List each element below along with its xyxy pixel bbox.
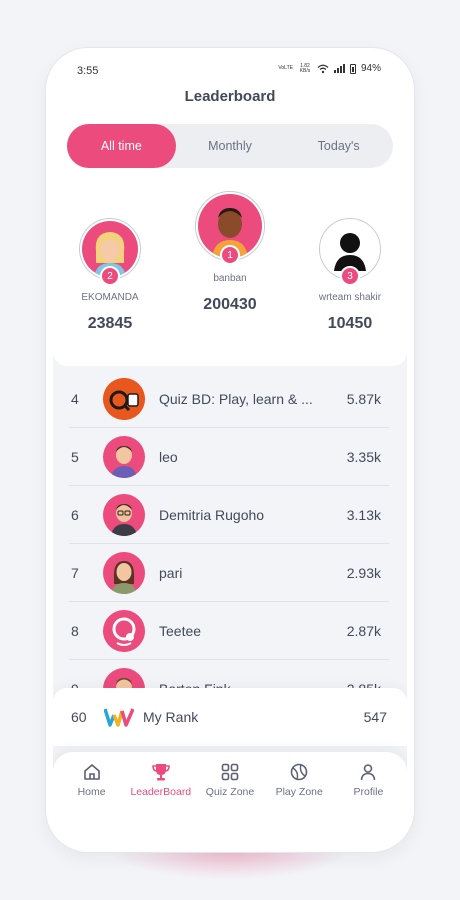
row-score: 5.87k xyxy=(346,390,381,407)
podium-name: banban xyxy=(213,273,247,284)
tab-monthly[interactable]: Monthly xyxy=(176,124,285,168)
nav-play-zone[interactable]: Play Zone xyxy=(265,762,334,844)
nav-quiz-zone[interactable]: Quiz Zone xyxy=(195,762,264,844)
quiz-bd-logo-icon xyxy=(103,377,145,420)
row-score: 3.13k xyxy=(346,506,381,523)
row-rank: 7 xyxy=(71,564,79,581)
row-name: Demitria Rugoho xyxy=(159,506,265,523)
row-name: Quiz BD: Play, learn & ... xyxy=(159,390,313,407)
tab-all-time[interactable]: All time xyxy=(67,124,176,168)
podium-second[interactable]: 2 EKOMANDA 23845 xyxy=(67,218,153,333)
row-name: leo xyxy=(159,448,178,465)
row-name: pari xyxy=(159,564,183,581)
network-speed: 1.82 KB/s xyxy=(299,62,311,74)
avatar xyxy=(103,551,145,594)
list-item[interactable]: 5 leo 3.35k xyxy=(69,428,389,486)
nav-profile[interactable]: Profile xyxy=(334,762,403,844)
podium-name: wrteam shakir xyxy=(318,292,382,303)
row-score: 2.93k xyxy=(346,564,381,581)
nav-label: LeaderBoard xyxy=(130,786,192,798)
battery-icon xyxy=(349,63,356,74)
nav-label: Quiz Zone xyxy=(205,786,255,798)
row-score: 2.87k xyxy=(346,622,381,639)
list-item[interactable]: 6 Demitria Rugoho 3.13k xyxy=(69,486,389,544)
nav-home[interactable]: Home xyxy=(57,762,126,844)
signal-icon xyxy=(333,64,345,73)
network-type: VoLTE xyxy=(278,65,293,71)
woman-avatar-icon xyxy=(111,560,137,594)
nav-leaderboard[interactable]: LeaderBoard xyxy=(126,762,195,844)
nav-label: Play Zone xyxy=(275,786,323,798)
row-score: 3.35k xyxy=(346,448,381,465)
my-rank-score: 547 xyxy=(363,709,387,725)
nav-label: Profile xyxy=(353,786,384,798)
podium-score: 23845 xyxy=(87,315,133,332)
glasses-man-avatar-icon xyxy=(111,503,137,536)
row-rank: 5 xyxy=(71,448,79,465)
list-item[interactable]: 8 Teetee 2.87k xyxy=(69,602,389,660)
row-rank: 8 xyxy=(71,622,79,639)
rank-badge: 2 xyxy=(100,266,120,286)
podium-third[interactable]: 3 wrteam shakir 10450 xyxy=(307,218,393,333)
avatar xyxy=(103,493,145,536)
list-item[interactable]: 4 Quiz BD: Play, learn & ... 5.87k xyxy=(69,370,389,428)
rank-badge: 1 xyxy=(220,245,240,265)
rank-badge: 3 xyxy=(340,266,360,286)
default-user-icon xyxy=(112,617,136,646)
avatar xyxy=(103,377,145,420)
home-icon xyxy=(83,764,100,780)
status-icons: VoLTE 1.82 KB/s 94% xyxy=(278,63,381,74)
podium-name: EKOMANDA xyxy=(81,292,139,303)
wifi-icon xyxy=(317,64,329,73)
podium-score: 10450 xyxy=(327,315,373,332)
avatar xyxy=(103,435,145,478)
row-rank: 6 xyxy=(71,506,79,523)
my-rank-bar[interactable]: 60 My Rank 547 xyxy=(53,688,407,746)
battery-level: 94% xyxy=(360,63,381,74)
grid-icon xyxy=(221,763,239,781)
period-tabs: All time Monthly Today's xyxy=(67,124,393,168)
leaderboard-list: 4 Quiz BD: Play, learn & ... 5.87k 5 leo… xyxy=(69,370,389,718)
podium-first[interactable]: 1 banban 200430 xyxy=(187,191,273,314)
avatar xyxy=(103,609,145,652)
status-bar: 3:55 VoLTE 1.82 KB/s 94% xyxy=(53,56,407,86)
row-rank: 4 xyxy=(71,390,79,407)
my-rank-position: 60 xyxy=(71,709,87,725)
man-avatar-icon xyxy=(111,445,137,478)
app-screen: 3:55 VoLTE 1.82 KB/s 94% Leaderboard All… xyxy=(53,56,407,844)
status-time: 3:55 xyxy=(77,65,99,77)
row-name: Teetee xyxy=(159,622,202,639)
list-item[interactable]: 7 pari 2.93k xyxy=(69,544,389,602)
app-logo-icon xyxy=(99,707,139,727)
nav-label: Home xyxy=(77,786,106,798)
trophy-icon xyxy=(152,764,170,781)
bottom-nav: Home LeaderBoard Quiz Zone Play Zone Pro… xyxy=(53,752,407,844)
page-title: Leaderboard xyxy=(184,88,276,105)
podium-card: 3:55 VoLTE 1.82 KB/s 94% Leaderboard All… xyxy=(53,56,407,366)
ball-icon xyxy=(290,763,308,781)
my-rank-label: My Rank xyxy=(143,709,199,725)
podium-score: 200430 xyxy=(203,296,257,313)
tab-todays[interactable]: Today's xyxy=(284,124,393,168)
user-icon xyxy=(361,764,376,781)
